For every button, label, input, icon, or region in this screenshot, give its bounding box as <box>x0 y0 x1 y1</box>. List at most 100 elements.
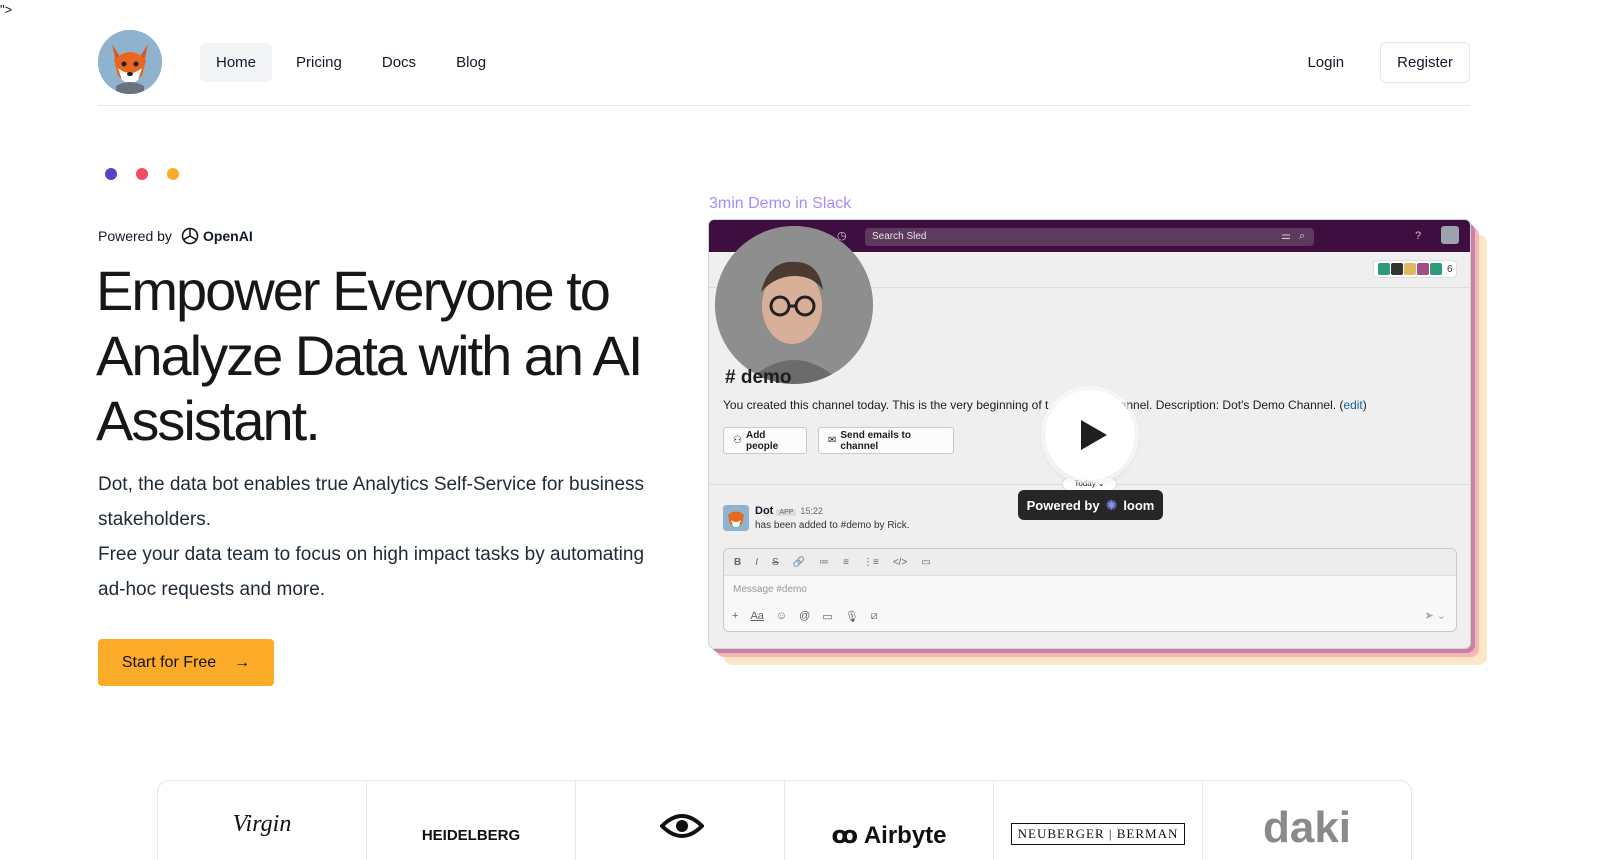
airbyte-icon: ꝏ <box>831 822 859 849</box>
add-people-button: ⚇ Add people <box>723 427 807 454</box>
add-people-label: Add people <box>745 429 779 452</box>
formatting-toolbar: B I S 🔗 ≔ ≡ ⋮≡ </> ▭ <box>724 549 1456 576</box>
channel-description: You created this channel today. This is … <box>723 398 1367 412</box>
code-block-icon: ▭ <box>921 556 931 568</box>
desc-part: ) <box>1362 398 1367 412</box>
message-author: Dot <box>755 505 774 517</box>
demo-video[interactable]: ◷ Search Sled ⚌ ⌕ ? 6 # demo You created… <box>708 219 1487 665</box>
composer-placeholder: Message #demo <box>733 584 807 595</box>
send-icon: ➤ ⌄ <box>1424 610 1447 622</box>
app-badge: APP <box>776 509 797 516</box>
channel-name: # demo <box>725 367 792 388</box>
logo-airbyte: ꝏ Airbyte <box>785 781 994 860</box>
logo-eye <box>576 781 785 860</box>
bullet-list-icon: ≡ <box>843 556 849 568</box>
mail-icon: ✉ <box>828 435 837 446</box>
hero-description: Dot, the data bot enables true Analytics… <box>98 467 658 607</box>
mic-icon: 🎙 <box>844 611 859 623</box>
register-button[interactable]: Register <box>1380 42 1470 83</box>
strike-icon: S <box>772 556 779 568</box>
heidelberg-logo: HEIDELBERG <box>421 827 521 844</box>
stray-text: "> <box>0 2 13 17</box>
site-header: Home Pricing Docs Blog Login Register <box>98 30 1470 106</box>
daki-logo: daki <box>1262 803 1352 852</box>
message-text: has been added to #demo by Rick. <box>755 520 910 531</box>
member-avatar <box>1404 263 1416 275</box>
hero-desc-line1: Dot, the data bot enables true Analytics… <box>98 474 645 530</box>
slack-search: Search Sled <box>865 228 1314 246</box>
fox-logo[interactable] <box>98 30 162 94</box>
openai-icon <box>181 227 199 245</box>
member-avatar <box>1378 263 1390 275</box>
edit-link: edit <box>1343 398 1363 412</box>
indent-icon: ⋮≡ <box>862 556 879 568</box>
fox-icon <box>98 30 162 94</box>
fox-icon <box>723 505 749 531</box>
logo-daki: daki <box>1203 781 1411 860</box>
desc-part: You created this channel today. This is … <box>723 398 1049 412</box>
neuberger-label: NEUBERGER | BERMAN <box>1010 823 1186 845</box>
login-link[interactable]: Login <box>1291 42 1360 83</box>
message-header: Dot APP 15:22 <box>755 505 823 517</box>
nav-home[interactable]: Home <box>200 43 273 82</box>
search-icon: ⌕ <box>1299 230 1306 242</box>
nav-docs[interactable]: Docs <box>366 43 432 82</box>
demo-label: 3min Demo in Slack <box>709 195 852 212</box>
main-nav: Home Pricing Docs Blog <box>200 43 502 82</box>
send-emails-button: ✉ Send emails to channel <box>818 427 954 454</box>
start-free-button[interactable]: Start for Free → <box>98 639 274 686</box>
member-avatar <box>1391 263 1403 275</box>
loom-label: loom <box>1123 497 1155 513</box>
filter-icon: ⚌ <box>1281 230 1291 242</box>
airbyte-label: Airbyte <box>863 822 947 849</box>
arrow-right-icon: → <box>234 653 251 671</box>
presenter-face <box>715 226 873 384</box>
italic-icon: I <box>755 556 759 568</box>
auth-actions: Login Register <box>1291 42 1470 83</box>
message-time: 15:22 <box>800 506 823 516</box>
play-icon[interactable] <box>1045 390 1135 480</box>
purple-dot <box>105 168 117 180</box>
member-count: 6 <box>1447 263 1453 275</box>
hero-title: Empower Everyone to Analyze Data with an… <box>96 259 643 452</box>
powered-by-label: Powered by <box>98 228 172 244</box>
cta-label: Start for Free <box>121 653 217 671</box>
powered-by-loom[interactable]: Powered by ✺ loom <box>1018 490 1163 520</box>
airbyte-logo: ꝏ Airbyte <box>785 821 993 850</box>
virgin-logo: Virgin <box>232 811 292 837</box>
link-icon: 🔗 <box>792 556 806 568</box>
emoji-icon: ☺ <box>775 610 788 622</box>
ordered-list-icon: ≔ <box>819 556 830 568</box>
shortcut-icon: ⧄ <box>870 610 878 622</box>
bold-icon: B <box>734 556 742 568</box>
text-format-icon: Aa <box>750 610 764 622</box>
help-icon: ? <box>1415 230 1422 242</box>
customer-logos: Virgin HEIDELBERG ꝏ Airbyte NEUBERGER | … <box>157 780 1412 860</box>
video-frame[interactable]: ◷ Search Sled ⚌ ⌕ ? 6 # demo You created… <box>708 219 1471 649</box>
neuberger-logo: NEUBERGER | BERMAN <box>994 823 1202 845</box>
logo-virgin: Virgin <box>158 781 367 860</box>
message-composer: B I S 🔗 ≔ ≡ ⋮≡ </> ▭ Message #demo + Aa … <box>723 548 1457 632</box>
send-emails-label: Send emails to channel <box>840 429 911 452</box>
eye-icon <box>660 814 704 838</box>
channel-members: 6 <box>1373 260 1457 278</box>
openai-label: OpenAI <box>202 228 253 244</box>
presenter-webcam <box>715 226 873 384</box>
logo-heidelberg: HEIDELBERG <box>367 781 576 860</box>
code-icon: </> <box>892 556 908 568</box>
user-avatar <box>1441 226 1459 244</box>
nav-pricing[interactable]: Pricing <box>280 43 358 82</box>
openai-brand: OpenAI <box>180 226 253 246</box>
person-icon: ⚇ <box>733 435 742 446</box>
video-icon: ▭ <box>822 611 833 623</box>
hero-desc-line2: Free your data team to focus on high imp… <box>98 544 645 600</box>
member-avatar <box>1430 263 1442 275</box>
nav-blog[interactable]: Blog <box>440 43 502 82</box>
plus-icon: + <box>732 610 739 622</box>
loom-powered-label: Powered by <box>1026 497 1100 513</box>
decor-dots <box>105 168 179 180</box>
red-dot <box>136 168 148 180</box>
mention-icon: @ <box>799 610 811 622</box>
dot-bot-avatar <box>723 505 749 531</box>
logo-neuberger: NEUBERGER | BERMAN <box>994 781 1203 860</box>
